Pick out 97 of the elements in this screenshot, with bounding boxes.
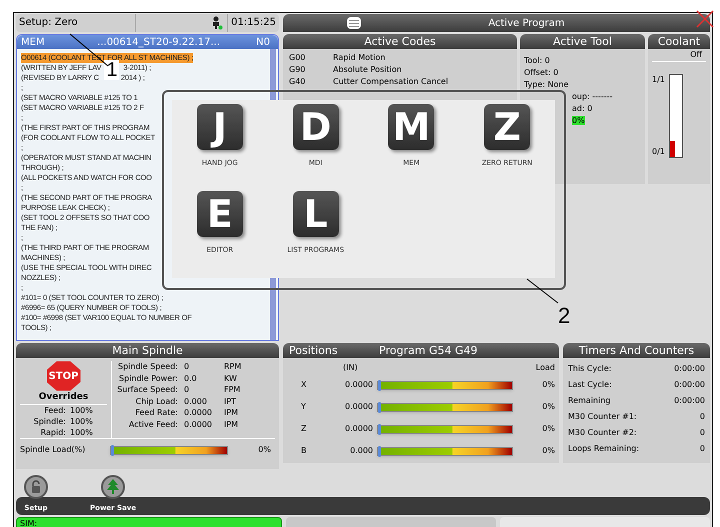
timer-label: M30 Counter #1:: [568, 411, 637, 424]
g-code: G40: [289, 76, 306, 88]
reading-value: 0: [184, 361, 190, 373]
spindle-load-label: Spindle Load(%): [20, 444, 86, 456]
sim-status: SIM:: [16, 517, 282, 527]
timer-label: Loops Remaining:: [568, 443, 640, 456]
reading-value: 0.000: [184, 396, 208, 408]
reading-label: Spindle Power:: [118, 372, 179, 384]
timer-label: This Cycle:: [568, 363, 612, 376]
timer-value: 0: [700, 427, 705, 440]
override-value: 100%: [70, 416, 93, 428]
mode-key[interactable]: D: [292, 104, 339, 150]
callout-number: 1: [104, 60, 120, 80]
program-mode: MEM: [21, 36, 46, 50]
axis-position: 0.0000: [344, 379, 374, 392]
axis-label: Y: [300, 401, 307, 414]
panel-header: Coolant: [648, 34, 710, 49]
timer-value: 0:00:00: [674, 379, 705, 392]
unit-header: (IN): [342, 362, 358, 374]
override-label: Rapid:: [40, 427, 67, 438]
mode-key[interactable]: M: [388, 104, 434, 150]
line-number: N0: [256, 36, 271, 50]
positions-title: Positions: [288, 343, 338, 358]
axis-load: 0%: [542, 401, 555, 414]
timer-value: 0: [700, 411, 705, 424]
reading-unit: IPM: [224, 418, 238, 430]
close-icon[interactable]: [696, 10, 714, 28]
reading-unit: IPT: [224, 396, 236, 408]
axis-load: 0%: [542, 423, 555, 436]
axis-label: Z: [300, 423, 308, 436]
override-value: 100%: [70, 405, 93, 416]
title-text: Active Program: [487, 16, 565, 30]
mode-key[interactable]: J: [196, 104, 243, 150]
axis-load: 0%: [542, 445, 555, 458]
axis-position: 0.0000: [344, 401, 374, 414]
code-description: Cutter Compensation Cancel: [333, 76, 448, 88]
override-label: Feed:: [43, 405, 67, 416]
coolant-state: Off: [690, 50, 702, 59]
reading-unit: IPM: [224, 407, 238, 419]
lock-icon[interactable]: [24, 475, 48, 499]
timer-value: 0:00:00: [674, 395, 705, 408]
timer-value: 0: [700, 443, 705, 456]
panel-header: Timers And Counters: [563, 343, 710, 358]
reading-label: Chip Load:: [134, 396, 179, 408]
reading-value: 0.0000: [184, 418, 213, 430]
reading-unit: FPM: [224, 384, 240, 396]
overrides-title: Overrides: [20, 390, 107, 406]
reading-label: Surface Speed:: [116, 384, 179, 396]
setup-mode-label: Setup: Zero: [16, 14, 136, 32]
reading-label: Active Feed:: [128, 418, 179, 430]
callout-number: 2: [558, 304, 570, 328]
load-header: Load: [536, 362, 555, 374]
timer-label: Last Cycle:: [568, 379, 612, 392]
timer-value: 0:00:00: [674, 363, 705, 376]
axis-position: 0.000: [349, 445, 374, 458]
axis-position: 0.0000: [344, 423, 374, 436]
tool-load-reading: 0%: [572, 116, 585, 125]
panel-header: Active Codes: [283, 34, 517, 49]
leader-line: [526, 278, 558, 304]
work-offset-title: Program G54 G49: [378, 343, 478, 358]
panel-header: Active Tool: [520, 34, 645, 49]
clock-time: 01:15:25: [227, 14, 279, 32]
override-label: Spindle:: [32, 416, 67, 428]
reading-label: Feed Rate:: [134, 407, 179, 419]
spindle-load-reading: 0%: [258, 444, 272, 456]
code-description: Absolute Position: [333, 64, 402, 76]
timer-label: M30 Counter #2:: [568, 427, 637, 440]
reading-value: 0: [184, 384, 190, 396]
axis-label: X: [300, 379, 308, 392]
program-name: ...00614_ST20-9.22.17...: [96, 36, 221, 50]
panel-header: Main Spindle: [16, 343, 279, 358]
reading-unit: RPM: [224, 361, 242, 373]
override-value: 100%: [70, 427, 93, 438]
tool-info: ad: 0: [571, 103, 594, 115]
mode-key[interactable]: Z: [484, 104, 530, 150]
reading-value: 0.0000: [184, 407, 213, 419]
code-description: Rapid Motion: [333, 52, 386, 64]
stop-sign: STOP: [46, 361, 80, 391]
tool-info: Type: None: [524, 79, 570, 91]
gauge-max-label: 1/1: [652, 74, 665, 86]
g-code: G00: [289, 52, 306, 64]
operator-icon: [211, 16, 224, 30]
menu-icon[interactable]: [347, 17, 361, 29]
gauge-min-label: 0/1: [652, 146, 665, 158]
reading-label: Spindle Speed:: [117, 361, 179, 373]
g-code: G90: [289, 64, 306, 76]
axis-load: 0%: [542, 379, 555, 392]
timer-label: Remaining: [568, 395, 610, 408]
axis-label: B: [300, 445, 308, 458]
mode-key[interactable]: L: [292, 191, 339, 237]
tool-info: oup: -------: [571, 91, 614, 103]
mode-key[interactable]: E: [196, 191, 243, 237]
reading-unit: KW: [224, 372, 237, 384]
tool-info: Tool: 0: [524, 55, 551, 67]
reading-value: 0.0: [184, 372, 198, 384]
tool-info: Offset: 0: [524, 67, 560, 79]
tree-icon[interactable]: [101, 475, 126, 499]
